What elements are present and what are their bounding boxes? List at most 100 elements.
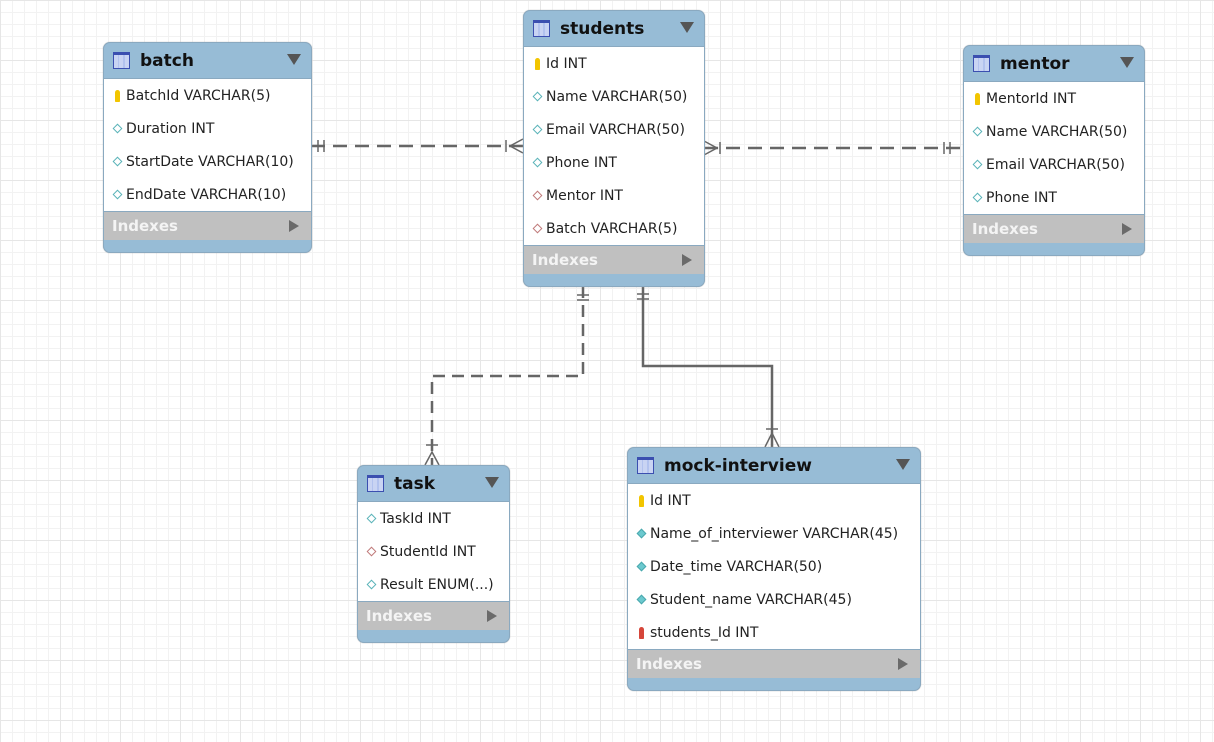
table-icon (637, 457, 654, 474)
column-label: Id INT (650, 492, 691, 509)
table-task[interactable]: task TaskId INT StudentId INT Result ENUM(… (357, 465, 510, 643)
relationship-students-mock-interview[interactable] (641, 286, 774, 447)
column-label: Name_of_interviewer VARCHAR(45) (650, 525, 899, 542)
column-row[interactable]: Email VARCHAR(50) (964, 148, 1144, 181)
column-label: StartDate VARCHAR(10) (126, 153, 294, 170)
table-mock-interview[interactable]: mock-interview Id INT Name_of_interviewer… (627, 447, 921, 691)
column-row[interactable]: TaskId INT (358, 502, 509, 535)
foreign-column-icon (366, 546, 376, 557)
column-label: StudentId INT (380, 543, 476, 560)
indexes-label: Indexes (532, 251, 598, 269)
column-icon (532, 91, 542, 102)
expand-arrow-icon[interactable] (289, 220, 299, 232)
column-icon (972, 126, 982, 137)
column-row[interactable]: StartDate VARCHAR(10) (104, 145, 311, 178)
column-row[interactable]: Result ENUM(...) (358, 568, 509, 601)
expand-arrow-icon[interactable] (1122, 223, 1132, 235)
column-row[interactable]: Email VARCHAR(50) (524, 113, 704, 146)
collapse-arrow-icon[interactable] (896, 459, 910, 470)
table-header[interactable]: students (524, 11, 704, 46)
not-null-column-icon (636, 561, 646, 572)
column-label: Phone INT (986, 189, 1057, 206)
table-footer (964, 243, 1144, 255)
indexes-section[interactable]: Indexes (964, 215, 1144, 243)
column-label: Batch VARCHAR(5) (546, 220, 678, 237)
table-header[interactable]: task (358, 466, 509, 501)
column-row[interactable]: BatchId VARCHAR(5) (104, 79, 311, 112)
table-batch[interactable]: batch BatchId VARCHAR(5) Duration INT Star… (103, 42, 312, 253)
column-row[interactable]: EndDate VARCHAR(10) (104, 178, 311, 211)
column-label: TaskId INT (380, 510, 451, 527)
column-row[interactable]: StudentId INT (358, 535, 509, 568)
table-header[interactable]: mock-interview (628, 448, 920, 483)
indexes-section[interactable]: Indexes (628, 650, 920, 678)
column-row[interactable]: MentorId INT (964, 82, 1144, 115)
column-icon (112, 189, 122, 200)
expand-arrow-icon[interactable] (487, 610, 497, 622)
table-header[interactable]: mentor (964, 46, 1144, 81)
column-label: Email VARCHAR(50) (986, 156, 1125, 173)
column-label: Phone INT (546, 154, 617, 171)
table-name: mock-interview (664, 455, 812, 476)
column-row[interactable]: Date_time VARCHAR(50) (628, 550, 920, 583)
column-row[interactable]: students_Id INT (628, 616, 920, 649)
indexes-label: Indexes (972, 220, 1038, 238)
expand-arrow-icon[interactable] (682, 254, 692, 266)
column-icon (532, 124, 542, 135)
column-label: Email VARCHAR(50) (546, 121, 685, 138)
indexes-label: Indexes (636, 655, 702, 673)
table-icon (367, 475, 384, 492)
column-row[interactable]: Batch VARCHAR(5) (524, 212, 704, 245)
column-row[interactable]: Name VARCHAR(50) (524, 80, 704, 113)
table-header[interactable]: batch (104, 43, 311, 78)
relationship-students-task[interactable] (430, 286, 585, 465)
column-label: Name VARCHAR(50) (546, 88, 688, 105)
table-footer (358, 630, 509, 642)
column-icon (972, 192, 982, 203)
table-icon (973, 55, 990, 72)
table-name: task (394, 473, 436, 494)
table-footer (524, 274, 704, 286)
table-name: mentor (1000, 53, 1070, 74)
indexes-label: Indexes (366, 607, 432, 625)
column-label: students_Id INT (650, 624, 759, 641)
table-students[interactable]: students Id INT Name VARCHAR(50) Email VAR… (523, 10, 705, 287)
column-icon (972, 159, 982, 170)
column-icon (366, 579, 376, 590)
indexes-section[interactable]: Indexes (524, 246, 704, 274)
column-row[interactable]: Phone INT (524, 146, 704, 179)
collapse-arrow-icon[interactable] (287, 54, 301, 65)
column-label: BatchId VARCHAR(5) (126, 87, 271, 104)
column-icon (112, 123, 122, 134)
indexes-section[interactable]: Indexes (104, 212, 311, 240)
not-null-column-icon (636, 528, 646, 539)
primary-key-icon (114, 89, 120, 102)
table-name: batch (140, 50, 194, 71)
column-row[interactable]: Duration INT (104, 112, 311, 145)
primary-key-icon (534, 57, 540, 70)
column-row[interactable]: Id INT (628, 484, 920, 517)
table-mentor[interactable]: mentor MentorId INT Name VARCHAR(50) Email… (963, 45, 1145, 256)
column-label: MentorId INT (986, 90, 1076, 107)
table-icon (113, 52, 130, 69)
primary-key-icon (974, 92, 980, 105)
table-name: students (560, 18, 645, 39)
foreign-column-icon (532, 190, 542, 201)
column-row[interactable]: Student_name VARCHAR(45) (628, 583, 920, 616)
collapse-arrow-icon[interactable] (680, 22, 694, 33)
indexes-section[interactable]: Indexes (358, 602, 509, 630)
table-footer (628, 678, 920, 690)
column-label: EndDate VARCHAR(10) (126, 186, 287, 203)
expand-arrow-icon[interactable] (898, 658, 908, 670)
collapse-arrow-icon[interactable] (485, 477, 499, 488)
primary-key-icon (638, 494, 644, 507)
collapse-arrow-icon[interactable] (1120, 57, 1134, 68)
column-row[interactable]: Name VARCHAR(50) (964, 115, 1144, 148)
column-row[interactable]: Mentor INT (524, 179, 704, 212)
table-icon (533, 20, 550, 37)
column-row[interactable]: Name_of_interviewer VARCHAR(45) (628, 517, 920, 550)
column-label: Date_time VARCHAR(50) (650, 558, 823, 575)
column-row[interactable]: Id INT (524, 47, 704, 80)
column-row[interactable]: Phone INT (964, 181, 1144, 214)
foreign-key-icon (638, 626, 644, 639)
